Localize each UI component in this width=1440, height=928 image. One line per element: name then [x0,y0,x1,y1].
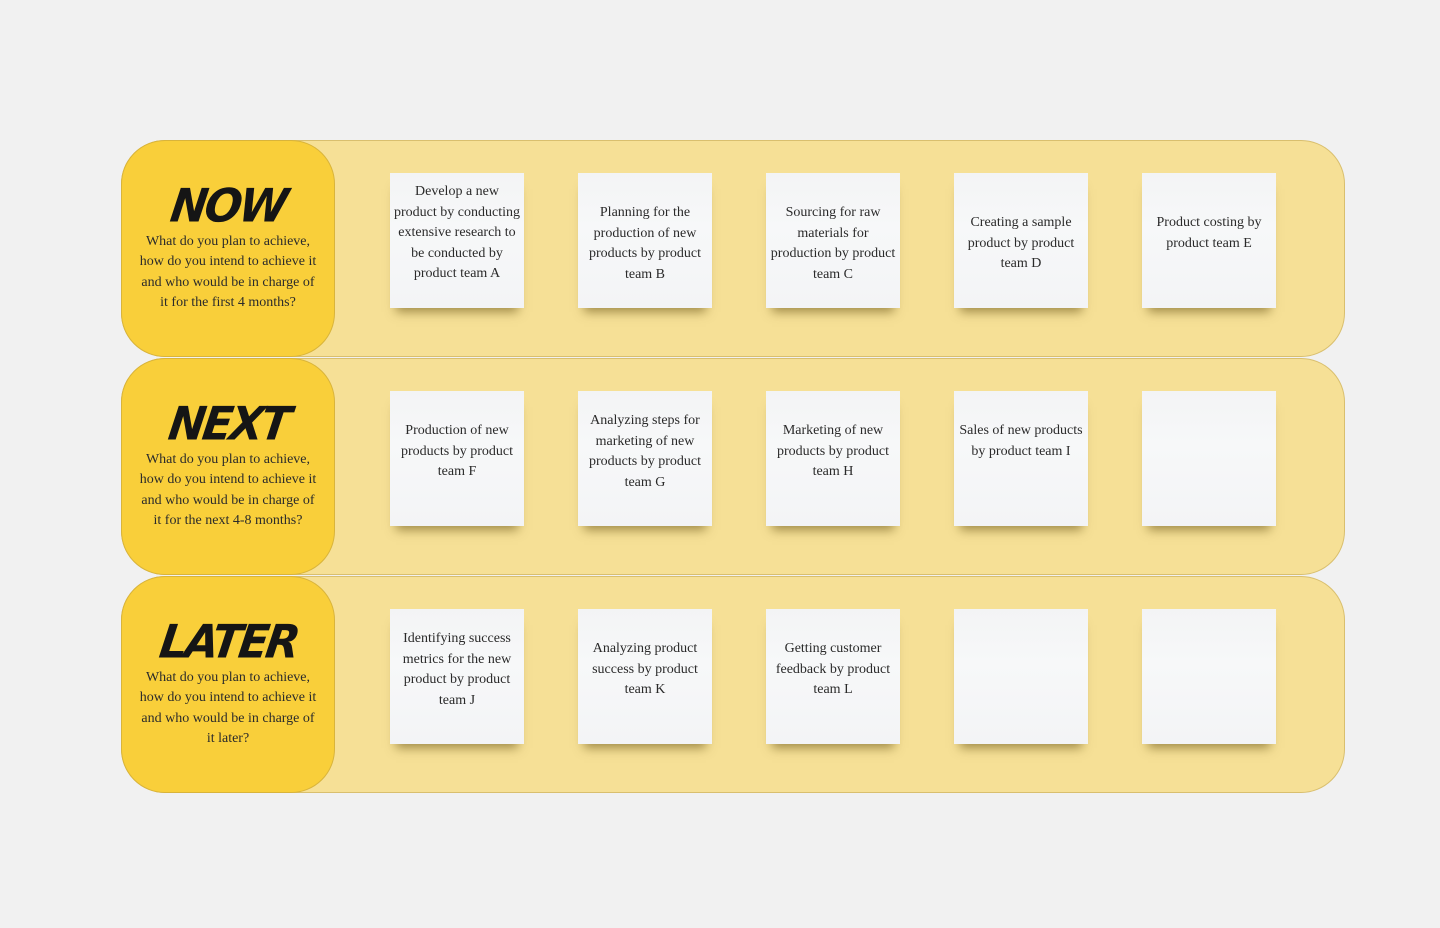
sticky-note[interactable]: Product costing by product team E [1142,173,1276,308]
sticky-note[interactable]: Analyzing product success by product tea… [578,609,712,744]
sticky-note-text: Sourcing for raw materials for productio… [770,205,896,282]
sticky-note-text: Creating a sample product by product tea… [967,215,1075,271]
row-label-next[interactable]: NEXT What do you plan to achieve, how do… [121,358,335,575]
sticky-note[interactable]: Planning for the production of new produ… [578,173,712,308]
sticky-note-text: Identifying success metrics for the new … [402,631,512,708]
row-title: NOW [167,179,289,233]
row-now: NOW What do you plan to achieve, how do … [121,140,1345,357]
sticky-note[interactable]: Identifying success metrics for the new … [390,609,524,744]
sticky-note[interactable]: Develop a new product by conducting exte… [390,173,524,308]
sticky-note-empty[interactable] [1142,609,1276,744]
row-description: What do you plan to achieve, how do you … [139,233,317,311]
sticky-note[interactable]: Analyzing steps for marketing of new pro… [578,391,712,526]
row-label-later[interactable]: LATER What do you plan to achieve, how d… [121,576,335,793]
sticky-note-empty[interactable] [954,609,1088,744]
sticky-note-text: Sales of new products by product team I [959,423,1083,459]
sticky-note[interactable]: Marketing of new products by product tea… [766,391,900,526]
sticky-note-text: Product costing by product team E [1156,215,1262,251]
sticky-note-text: Develop a new product by conducting exte… [394,184,520,281]
sticky-note[interactable]: Production of new products by product te… [390,391,524,526]
sticky-note-empty[interactable] [1142,391,1276,526]
sticky-note[interactable]: Creating a sample product by product tea… [954,173,1088,308]
row-later: LATER What do you plan to achieve, how d… [121,576,1345,793]
sticky-note-text: Marketing of new products by product tea… [777,423,889,479]
sticky-note-text: Analyzing steps for marketing of new pro… [589,413,701,490]
sticky-note[interactable]: Getting customer feedback by product tea… [766,609,900,744]
sticky-note-text: Planning for the production of new produ… [589,205,701,282]
row-title: LATER [155,615,301,669]
sticky-note-text: Getting customer feedback by product tea… [775,641,891,697]
sticky-note[interactable]: Sourcing for raw materials for productio… [766,173,900,308]
sticky-note-text: Production of new products by product te… [401,423,513,479]
row-description: What do you plan to achieve, how do you … [139,669,317,747]
now-next-later-roadmap: NOW What do you plan to achieve, how do … [121,140,1346,794]
row-next: NEXT What do you plan to achieve, how do… [121,358,1345,575]
row-description: What do you plan to achieve, how do you … [139,451,317,529]
sticky-note[interactable]: Sales of new products by product team I [954,391,1088,526]
row-label-now[interactable]: NOW What do you plan to achieve, how do … [121,140,335,357]
row-title: NEXT [164,397,292,451]
sticky-note-text: Analyzing product success by product tea… [592,641,698,697]
